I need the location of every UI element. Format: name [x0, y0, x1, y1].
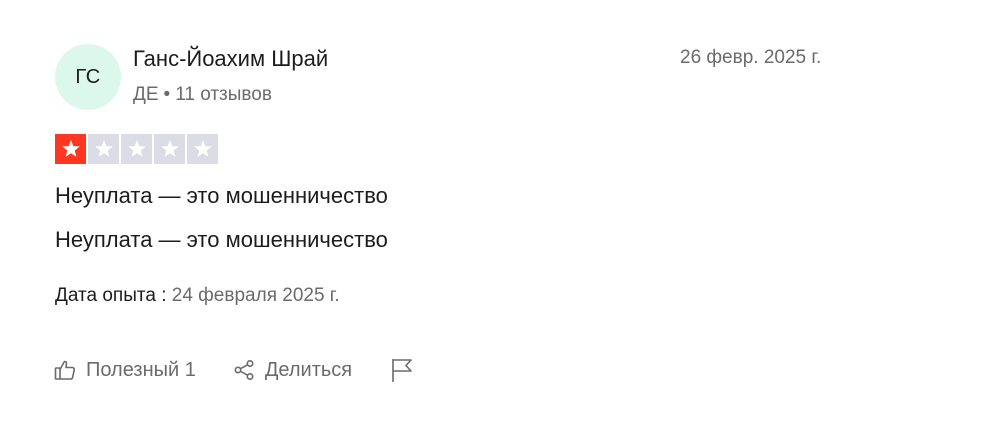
star-icon	[61, 140, 80, 157]
author-country: ДЕ	[133, 84, 159, 105]
star-empty	[187, 134, 218, 164]
author-reviews-count: 11 отзывов	[175, 84, 272, 105]
share-label: Делиться	[264, 358, 353, 381]
star-icon	[94, 140, 113, 157]
star-rating	[55, 134, 218, 164]
review-actions: Полезный 1 Делиться	[53, 354, 414, 386]
useful-button[interactable]: Полезный 1	[53, 358, 196, 382]
review-text: Неуплата — это мошенничество	[55, 227, 388, 252]
thumbs-up-icon	[53, 358, 77, 382]
star-empty	[121, 134, 152, 164]
review-title[interactable]: Неуплата — это мошенничество	[55, 183, 388, 209]
avatar-initials: ГС	[75, 65, 101, 88]
share-icon	[232, 358, 256, 382]
star-empty	[154, 134, 185, 164]
avatar[interactable]: ГС	[55, 44, 121, 110]
star-filled	[55, 134, 86, 164]
report-button[interactable]	[390, 357, 414, 383]
author-meta: ДЕ • 11 отзывов	[133, 84, 272, 106]
experience-date: Дата опыта : 24 февраля 2025 г.	[55, 285, 340, 307]
star-icon	[193, 140, 212, 157]
meta-separator: •	[163, 84, 171, 105]
author-name[interactable]: Ганс-Йоахим Шрай	[133, 46, 328, 72]
star-empty	[88, 134, 119, 164]
flag-icon	[390, 357, 414, 383]
experience-date-label: Дата опыта :	[55, 285, 167, 306]
review-date: 26 февр. 2025 г.	[680, 47, 822, 68]
star-icon	[160, 140, 179, 157]
experience-date-value: 24 февраля 2025 г.	[171, 285, 340, 306]
useful-label: Полезный 1	[86, 358, 196, 381]
share-button[interactable]: Делиться	[232, 358, 352, 382]
star-icon	[127, 140, 146, 157]
review-card: ГС Ганс-Йоахим Шрай ДЕ • 11 отзывов 26 фев…	[0, 0, 991, 440]
